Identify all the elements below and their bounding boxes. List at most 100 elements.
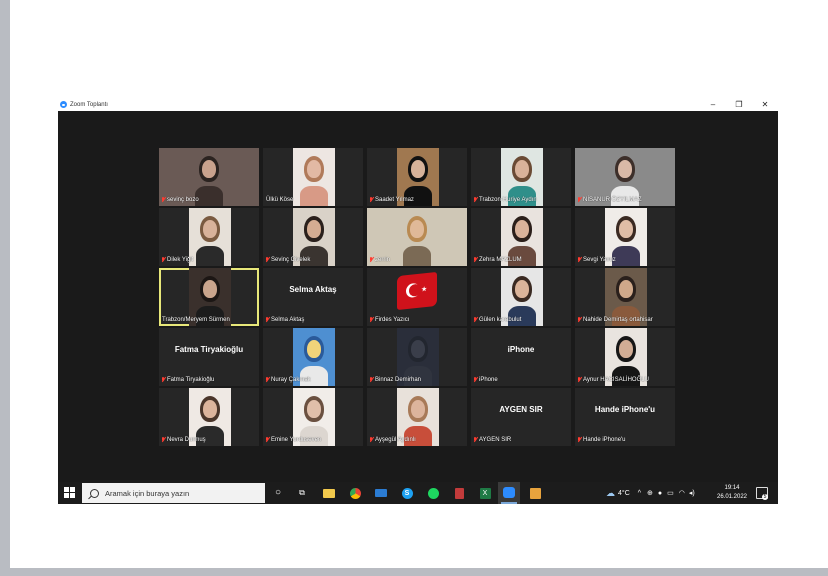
muted-mic-icon (577, 257, 582, 263)
muted-mic-icon (161, 437, 166, 443)
participant-name: Dilek Yiğit (167, 257, 194, 263)
participant-tile[interactable]: Trabzon-Huriye Aydın (471, 148, 571, 206)
maximize-button[interactable]: ❐ (734, 98, 744, 111)
participant-name: NİSANUR ÖZYILMAZ (583, 197, 642, 203)
participant-tile[interactable]: Nevra Durmuş (159, 388, 259, 446)
participant-display-name: AYGEN SIR (499, 405, 543, 414)
muted-mic-icon (161, 377, 166, 383)
chevron-up-icon[interactable]: ^ (638, 490, 641, 497)
turkish-flag-image: ★ (397, 271, 437, 311)
participant-name: Ülkü Köse (266, 197, 294, 203)
background-edge-left (0, 0, 10, 576)
participant-display-name: Selma Aktaş (289, 285, 337, 294)
participant-name: Zehra MAZLUM (479, 257, 522, 263)
participant-tile[interactable]: iPhone iPhone (471, 328, 571, 386)
participant-display-name: iPhone (507, 345, 535, 354)
close-button[interactable]: ✕ (760, 98, 770, 111)
participant-tile[interactable]: zerrin (367, 208, 467, 266)
red-app-icon[interactable] (452, 486, 466, 500)
participant-name: Sevgi Yavuz (583, 257, 616, 263)
muted-mic-icon (473, 257, 478, 263)
zoom-taskbar-active[interactable] (498, 482, 520, 504)
weather-temp: 4°C (618, 489, 630, 497)
participant-name: Emine Yurduseven (271, 437, 322, 443)
weather-icon: ☁ (606, 487, 615, 498)
participant-video (189, 208, 231, 266)
muted-mic-icon (265, 317, 270, 323)
background-edge-bottom (0, 568, 828, 576)
participant-tile[interactable]: Nahide Demirtaş ortahisar (575, 268, 675, 326)
search-placeholder: Aramak için buraya yazın (105, 488, 190, 498)
battery-icon[interactable]: ▭ (667, 489, 674, 497)
participant-name: Nuray Çakmak (271, 377, 311, 383)
participant-tile[interactable]: AYGEN SIR AYGEN SIR (471, 388, 571, 446)
muted-mic-icon (265, 377, 270, 383)
muted-mic-icon (161, 197, 166, 203)
participant-name: Aynur HACISALİHOĞLU (583, 377, 649, 383)
volume-icon[interactable]: ◂) (689, 489, 695, 497)
participant-tile[interactable]: Dilek Yiğit (159, 208, 259, 266)
wifi-icon[interactable]: ◠ (679, 489, 685, 497)
participant-name: Selma Aktaş (271, 317, 305, 323)
spotify-icon[interactable] (426, 486, 440, 500)
participant-tile[interactable]: Fatma Tiryakioğlu Fatma Tiryakioğlu (159, 328, 259, 386)
participant-tile[interactable]: Selma Aktaş Selma Aktaş (263, 268, 363, 326)
task-view-icon[interactable]: ⧉ (295, 486, 309, 500)
muted-mic-icon (265, 437, 270, 443)
participant-tile[interactable]: ★ Firdes Yazıcı (367, 268, 467, 326)
notification-badge: 5 (762, 494, 768, 500)
participant-name: AYGEN SIR (479, 437, 512, 443)
network-icon[interactable]: ⊕ (647, 489, 653, 497)
participant-display-name: Fatma Tiryakioğlu (174, 345, 244, 354)
participant-name: Trabzon/Meryem Sürmen (162, 317, 230, 323)
participant-name: Binnaz Demirhan (375, 377, 422, 383)
mail-icon[interactable] (374, 486, 388, 500)
participant-name: sevinç bozo (167, 197, 199, 203)
participant-name: iPhone (479, 377, 498, 383)
participant-tile[interactable]: Trabzon/Meryem Sürmen (159, 268, 259, 326)
participant-tile[interactable]: NİSANUR ÖZYILMAZ (575, 148, 675, 206)
participant-tile[interactable]: Ayşegül Aydınlı (367, 388, 467, 446)
minimize-button[interactable]: – (708, 98, 718, 111)
muted-mic-icon (473, 377, 478, 383)
muted-mic-icon (473, 197, 478, 203)
excel-icon[interactable]: X (478, 486, 492, 500)
file-explorer-icon[interactable] (322, 486, 336, 500)
participant-tile[interactable]: Gülen karabulut (471, 268, 571, 326)
participant-name: Trabzon-Huriye Aydın (479, 197, 537, 203)
muted-mic-icon (369, 257, 374, 263)
participant-tile[interactable]: Nuray Çakmak (263, 328, 363, 386)
start-button[interactable] (64, 487, 75, 498)
participant-name: Saadet Yılmaz (375, 197, 414, 203)
chrome-icon[interactable] (348, 486, 362, 500)
paint-icon[interactable] (528, 486, 542, 500)
window-title: Zoom Toplantı (70, 101, 108, 108)
muted-mic-icon (265, 257, 270, 263)
muted-mic-icon (161, 257, 166, 263)
participant-tile[interactable]: Aynur HACISALİHOĞLU (575, 328, 675, 386)
microphone-icon[interactable]: ● (658, 490, 662, 497)
participant-name: Nahide Demirtaş ortahisar (583, 317, 653, 323)
participant-tile[interactable]: Emine Yurduseven (263, 388, 363, 446)
muted-mic-icon (577, 317, 582, 323)
participant-tile[interactable]: Sevinç Civelek (263, 208, 363, 266)
cortana-icon[interactable]: ○ (271, 486, 285, 500)
participant-name: Ayşegül Aydınlı (375, 437, 416, 443)
participant-name: Sevinç Civelek (271, 257, 311, 263)
clock[interactable]: 19:14 26.01.2022 (714, 484, 750, 502)
title-bar: Zoom Toplantı – ❐ ✕ (58, 98, 778, 111)
skype-icon[interactable]: S (400, 486, 414, 500)
taskbar-search-box[interactable]: Aramak için buraya yazın (82, 483, 265, 503)
muted-mic-icon (473, 317, 478, 323)
muted-mic-icon (577, 197, 582, 203)
participant-tile[interactable]: Sevgi Yavuz (575, 208, 675, 266)
participant-tile[interactable]: Ülkü Köse (263, 148, 363, 206)
participant-tile[interactable]: sevinç bozo (159, 148, 259, 206)
muted-mic-icon (369, 437, 374, 443)
participant-tile[interactable]: Saadet Yılmaz (367, 148, 467, 206)
participant-tile[interactable]: Binnaz Demirhan (367, 328, 467, 386)
participant-tile[interactable]: Hande iPhone'u Hande iPhone'u (575, 388, 675, 446)
muted-mic-icon (369, 317, 374, 323)
participant-tile[interactable]: Zehra MAZLUM (471, 208, 571, 266)
muted-mic-icon (473, 437, 478, 443)
